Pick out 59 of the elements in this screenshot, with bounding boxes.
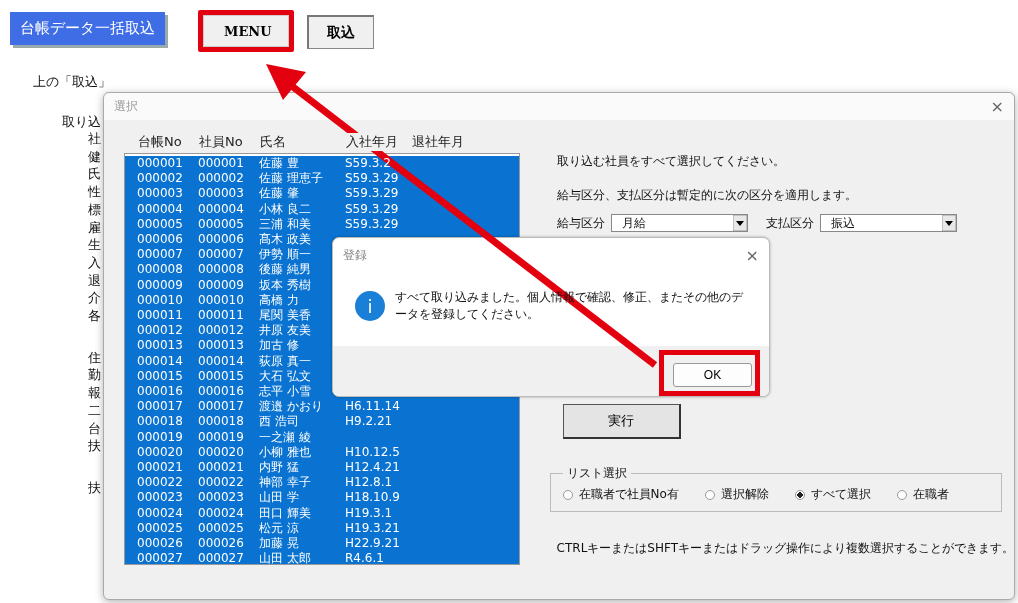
- field-label: 取り込: [62, 114, 101, 130]
- caret-icon: [941, 215, 956, 231]
- radio-option[interactable]: すべて選択: [794, 486, 871, 503]
- field-label: 退: [88, 271, 102, 290]
- group-title: リスト選択: [565, 465, 628, 482]
- field-label: 性: [88, 183, 102, 201]
- field-label: 社: [88, 130, 102, 148]
- list-row[interactable]: 000026 000026 加藤 晃 H22.9.21: [125, 536, 519, 552]
- radio-option[interactable]: 在職者で社員No有: [562, 486, 679, 503]
- info-icon: i: [355, 291, 385, 321]
- field-label: 雇: [88, 218, 102, 237]
- field-label: 健: [88, 147, 102, 166]
- field-label: 各: [88, 307, 102, 325]
- list-row[interactable]: 000018 000018 西 浩司 H9.2.21: [125, 414, 519, 430]
- list-row[interactable]: 000027 000027 山田 太郎 R4.6.1: [125, 551, 519, 564]
- sheet-button[interactable]: MENU: [203, 15, 289, 47]
- column-header: 社員No: [199, 133, 243, 151]
- caret-icon: [732, 215, 747, 231]
- dropdown-label: 支払区分: [765, 214, 814, 232]
- field-label: 住: [88, 348, 102, 367]
- dialog-title: 登録: [343, 246, 367, 264]
- list-row[interactable]: 000002 000002 佐藤 理恵子 S59.3.29: [125, 171, 519, 187]
- field-label: 氏: [88, 165, 102, 184]
- field-label: 台: [88, 419, 102, 438]
- column-header: 台帳No: [138, 133, 182, 151]
- note-text: 給与区分、支払区分は暫定的に次の区分を適用します。: [556, 187, 857, 204]
- radio-option[interactable]: 在職者: [896, 486, 949, 503]
- field-label: 二: [88, 401, 102, 420]
- close-button[interactable]: ×: [745, 245, 759, 265]
- column-header: 入社年月: [346, 133, 398, 151]
- list-row[interactable]: 000003 000003 佐藤 肇 S59.3.29: [125, 186, 519, 202]
- column-header: 氏名: [260, 133, 286, 151]
- run-button[interactable]: 実行: [562, 404, 681, 439]
- field-label: 標: [88, 200, 102, 219]
- field-label: 報: [88, 384, 102, 402]
- list-row[interactable]: 000017 000017 渡邉 かおり H6.11.14: [125, 399, 519, 415]
- list-row[interactable]: 000023 000023 山田 学 H18.10.9: [125, 490, 519, 506]
- field-label: 扶: [88, 437, 102, 455]
- title-button[interactable]: 台帳データ一括取込: [10, 12, 165, 45]
- field-label: 入: [88, 253, 102, 272]
- prompt-text: 取り込む社員をすべて選択してください。: [556, 153, 785, 170]
- close-button[interactable]: ×: [990, 97, 1004, 116]
- window-title: 選択: [114, 98, 138, 115]
- dropdown[interactable]: 振込: [819, 214, 957, 232]
- field-label: 扶: [88, 478, 102, 497]
- dropdown[interactable]: 月給: [610, 214, 748, 232]
- list-row[interactable]: 000001 000001 佐藤 豊 S59.3.2: [125, 156, 519, 172]
- field-label: 生: [88, 236, 102, 254]
- list-row[interactable]: 000021 000021 内野 猛 H12.4.21: [125, 460, 519, 476]
- ok-button[interactable]: OK: [673, 363, 752, 387]
- sheet-button[interactable]: 取込: [307, 15, 374, 49]
- list-row[interactable]: 000022 000022 神部 幸子 H12.8.1: [125, 475, 519, 491]
- hint-text: CTRLキーまたはSHFTキーまたはドラッグ操作により複数選択することができます。: [556, 540, 1014, 557]
- dropdown-label: 給与区分: [556, 214, 605, 232]
- column-header: 退社年月: [412, 133, 464, 151]
- field-label: 介: [88, 289, 102, 308]
- field-label: 勤: [88, 366, 102, 385]
- radio-option[interactable]: 選択解除: [704, 486, 769, 503]
- instruction-text: 上の「取込」: [33, 74, 111, 90]
